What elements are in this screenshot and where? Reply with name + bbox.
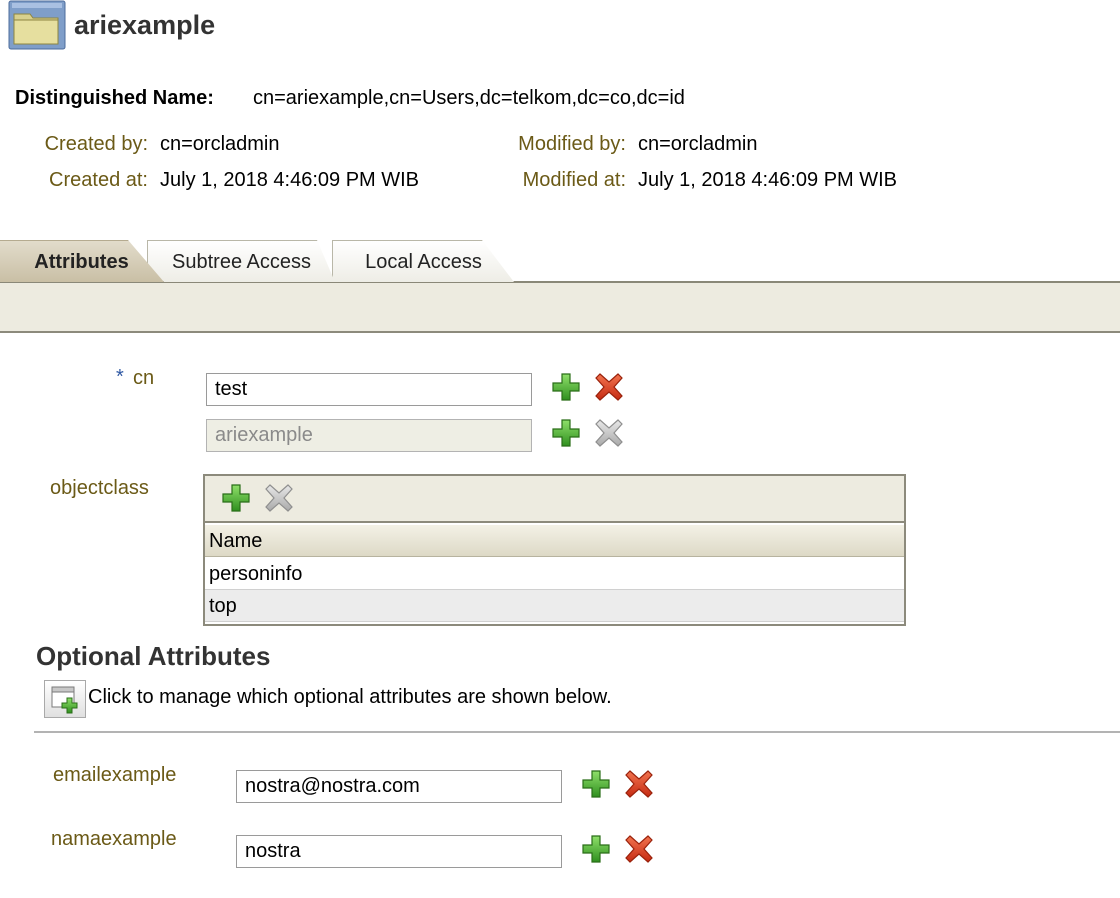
cn-value-input-2 [206, 419, 532, 452]
optional-attributes-title: Optional Attributes [36, 641, 271, 671]
namaexample-input[interactable] [236, 835, 562, 868]
delete-icon[interactable] [624, 769, 654, 799]
modified-at-value: July 1, 2018 4:46:09 PM WIB [638, 169, 898, 191]
cn-label: cn [133, 367, 155, 389]
tab-subtree-access[interactable]: Subtree Access [147, 240, 335, 282]
folder-icon [8, 0, 66, 50]
emailexample-input[interactable] [236, 770, 562, 803]
table-row[interactable]: top [205, 590, 904, 622]
created-at-label: Created at: [49, 169, 148, 191]
add-icon[interactable] [581, 769, 611, 799]
objectclass-toolbar [205, 476, 904, 523]
objectclass-column-header[interactable]: Name [205, 525, 904, 557]
modified-by-value: cn=orcladmin [638, 133, 758, 155]
created-at-value: July 1, 2018 4:46:09 PM WIB [160, 169, 420, 191]
required-marker: * [116, 366, 124, 388]
tab-attributes[interactable]: Attributes [0, 240, 164, 282]
cn-value-input-1[interactable] [206, 373, 532, 406]
add-icon[interactable] [551, 418, 581, 448]
section-divider [34, 731, 1120, 733]
manage-attributes-icon[interactable] [44, 680, 86, 718]
add-icon[interactable] [221, 483, 251, 513]
dn-label: Distinguished Name: [15, 87, 214, 109]
namaexample-label: namaexample [51, 828, 177, 850]
created-by-label: Created by: [44, 133, 148, 155]
tab-toolbar-strip [0, 283, 1120, 333]
delete-icon[interactable] [624, 834, 654, 864]
created-by-value: cn=orcladmin [160, 133, 280, 155]
manage-attributes-text[interactable]: Click to manage which optional attribute… [88, 686, 612, 709]
add-icon[interactable] [551, 372, 581, 402]
tab-local-access[interactable]: Local Access [332, 240, 514, 282]
modified-by-label: Modified by: [518, 133, 626, 155]
delete-disabled-icon [594, 418, 624, 448]
dn-value: cn=ariexample,cn=Users,dc=telkom,dc=co,d… [253, 87, 685, 109]
delete-icon[interactable] [594, 372, 624, 402]
delete-disabled-icon [264, 483, 294, 513]
add-icon[interactable] [581, 834, 611, 864]
emailexample-label: emailexample [53, 764, 177, 786]
modified-at-label: Modified at: [522, 169, 626, 191]
page-title: ariexample [74, 10, 216, 40]
objectclass-label: objectclass [50, 477, 149, 499]
table-row[interactable]: personinfo [205, 558, 904, 590]
